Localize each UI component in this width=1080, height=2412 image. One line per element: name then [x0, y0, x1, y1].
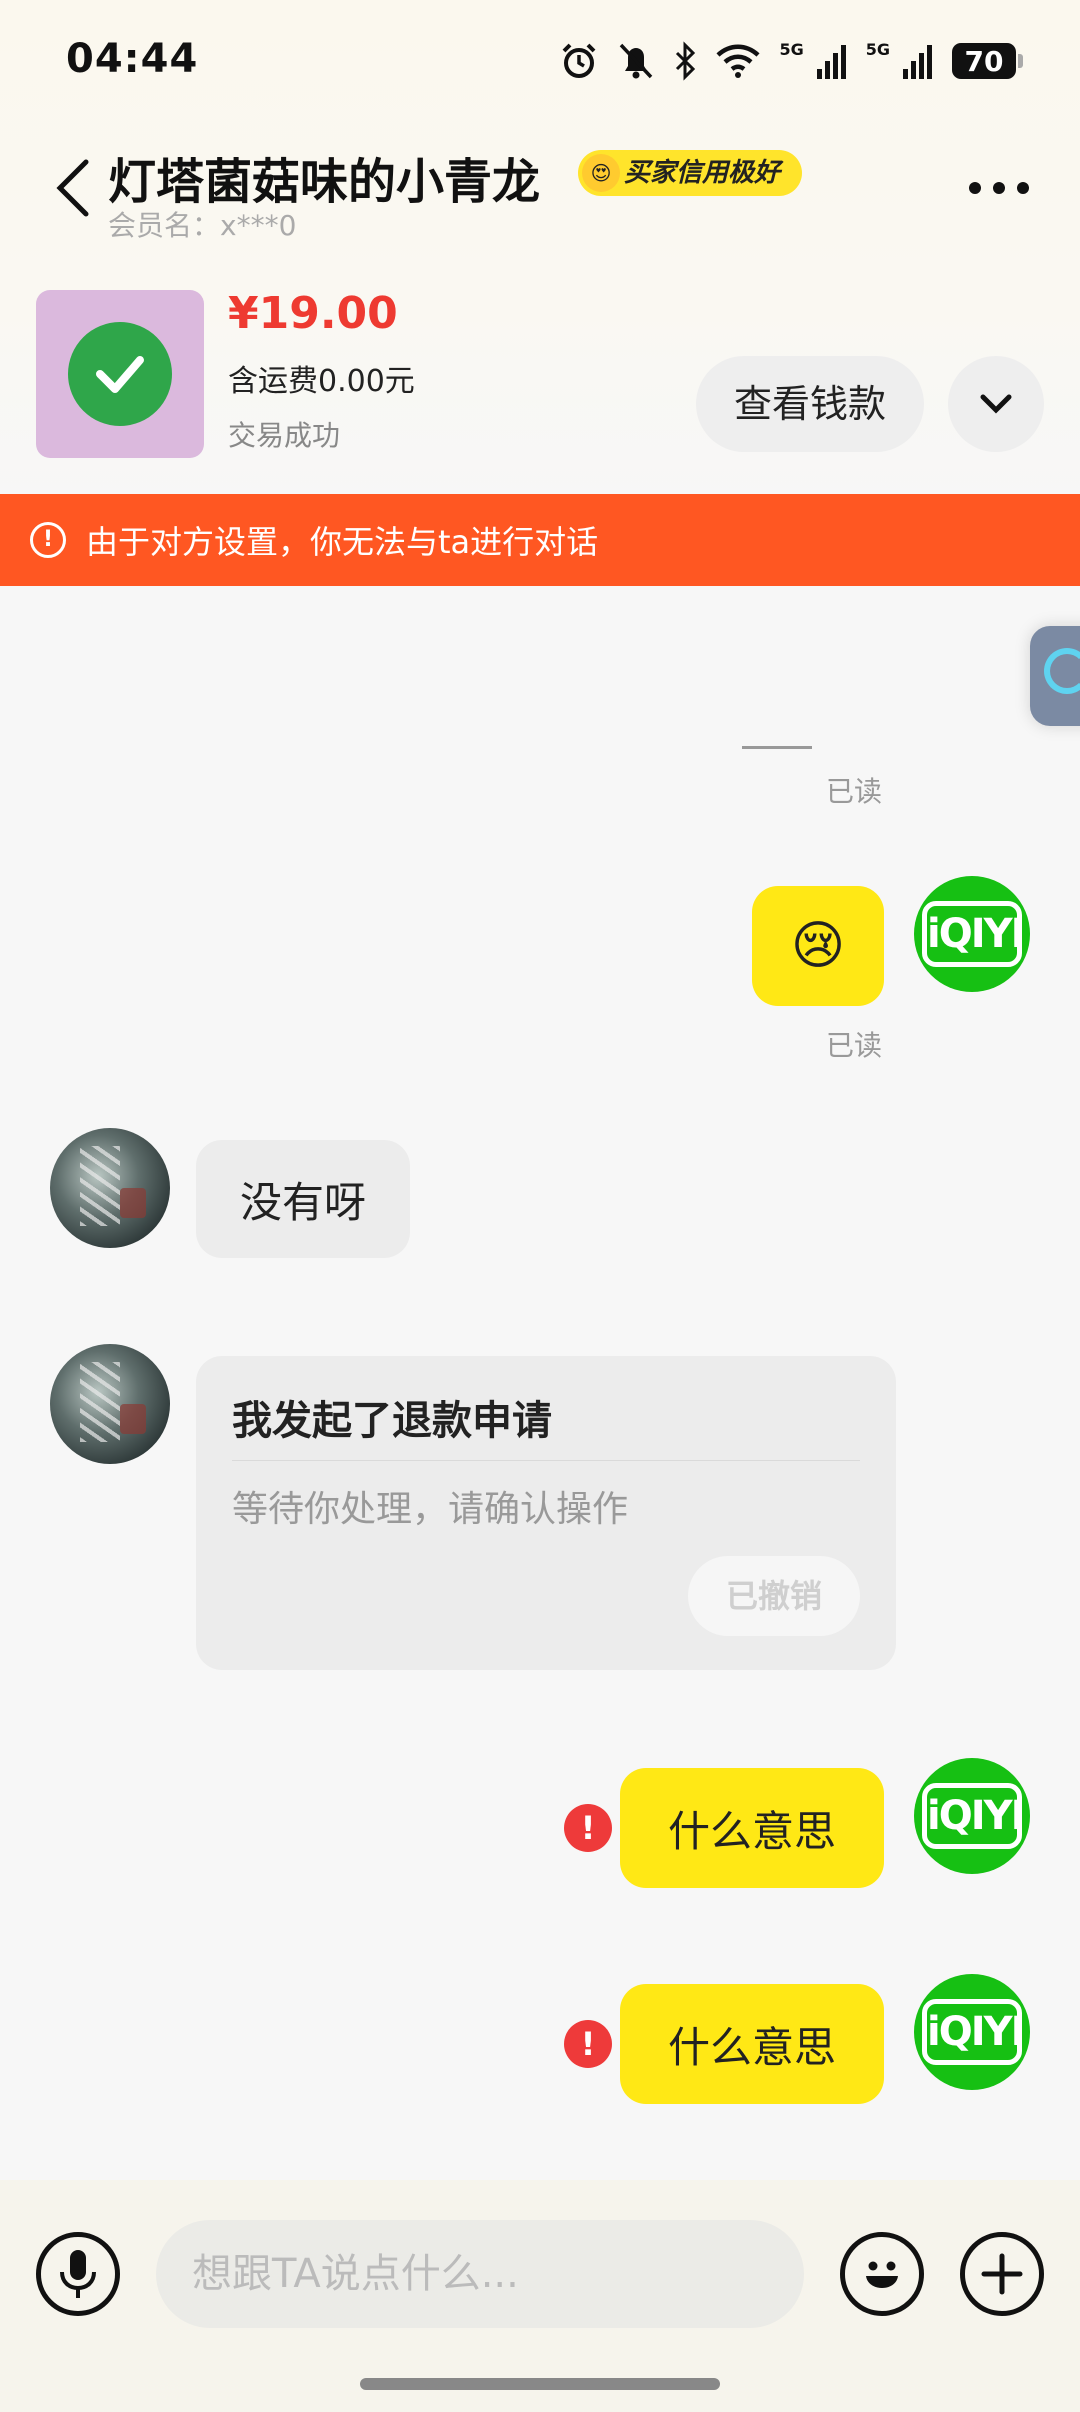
- checkmark-icon: [68, 322, 172, 426]
- chat-disabled-banner: ! 由于对方设置，你无法与ta进行对话: [0, 494, 1080, 586]
- refund-divider: [232, 1460, 860, 1461]
- iqiyi-logo-icon: iQIYI: [922, 901, 1025, 967]
- plus-icon: [981, 2253, 1023, 2295]
- my-message[interactable]: 什么意思: [620, 1768, 884, 1888]
- credit-badge: 😍 买家信用极好: [578, 150, 803, 196]
- read-receipt: 已读: [826, 775, 883, 808]
- signal-icon: [903, 45, 932, 79]
- network-type-1: 5G: [779, 39, 804, 59]
- chat-title: 灯塔菌菇味的小青龙: [108, 154, 541, 210]
- expand-button[interactable]: [948, 356, 1044, 452]
- order-status: 交易成功: [228, 419, 341, 452]
- send-failed-icon[interactable]: !: [564, 1804, 612, 1852]
- iqiyi-logo-icon: iQIYI: [922, 1783, 1025, 1849]
- banner-text: 由于对方设置，你无法与ta进行对话: [86, 523, 599, 561]
- refund-subtitle: 等待你处理，请确认操作: [232, 1489, 629, 1530]
- member-name: 会员名：x***0: [108, 209, 297, 242]
- microphone-icon: [60, 2250, 96, 2298]
- order-price: ¥19.00: [228, 288, 398, 339]
- refund-revoked-button[interactable]: 已撤销: [688, 1556, 860, 1636]
- read-receipt: 已读: [826, 1029, 883, 1062]
- my-message[interactable]: 什么意思: [620, 1984, 884, 2104]
- send-failed-icon[interactable]: !: [564, 2020, 612, 2068]
- other-avatar[interactable]: [50, 1344, 170, 1464]
- back-chevron-icon[interactable]: [50, 156, 100, 220]
- status-icons: 5G 5G 70: [559, 38, 1023, 84]
- other-avatar[interactable]: [50, 1128, 170, 1248]
- refund-title: 我发起了退款申请: [232, 1398, 552, 1444]
- my-avatar[interactable]: iQIYI: [914, 876, 1030, 992]
- voice-button[interactable]: [36, 2232, 120, 2316]
- wifi-icon: [716, 44, 760, 78]
- mute-bell-icon: [620, 43, 653, 79]
- status-time: 04:44: [66, 36, 199, 82]
- signal-icon: [816, 45, 846, 79]
- message-divider: [742, 746, 812, 749]
- order-shipping: 含运费0.00元: [228, 364, 415, 399]
- credit-badge-label: 买家信用极好: [624, 158, 781, 188]
- network-type-2: 5G: [865, 39, 890, 59]
- floating-assistant-icon[interactable]: [1030, 626, 1080, 726]
- warning-icon: !: [30, 522, 66, 558]
- iqiyi-logo-icon: iQIYI: [922, 1999, 1025, 2065]
- status-bar: 04:44 5G 5G 70: [0, 0, 1080, 120]
- my-avatar[interactable]: iQIYI: [914, 1758, 1030, 1874]
- home-indicator[interactable]: [360, 2378, 720, 2390]
- message-input[interactable]: 想跟TA说点什么...: [156, 2220, 804, 2328]
- other-message[interactable]: 没有呀: [196, 1140, 410, 1258]
- chevron-down-icon: [980, 394, 1012, 414]
- battery-indicator: 70: [952, 43, 1023, 79]
- bluetooth-icon: [676, 41, 696, 81]
- view-payment-button[interactable]: 查看钱款: [696, 356, 924, 452]
- smiley-icon: [866, 2261, 898, 2288]
- more-dots-icon[interactable]: [966, 168, 1032, 208]
- my-avatar[interactable]: iQIYI: [914, 1974, 1030, 2090]
- refund-request-card[interactable]: 我发起了退款申请 等待你处理，请确认操作 已撤销: [196, 1356, 896, 1670]
- product-thumbnail[interactable]: [36, 290, 204, 458]
- add-button[interactable]: [960, 2232, 1044, 2316]
- heart-eyes-icon: 😍: [582, 154, 620, 192]
- emoji-button[interactable]: [840, 2232, 924, 2316]
- my-emoji-message[interactable]: 😢: [752, 886, 884, 1006]
- alarm-icon: [563, 43, 596, 78]
